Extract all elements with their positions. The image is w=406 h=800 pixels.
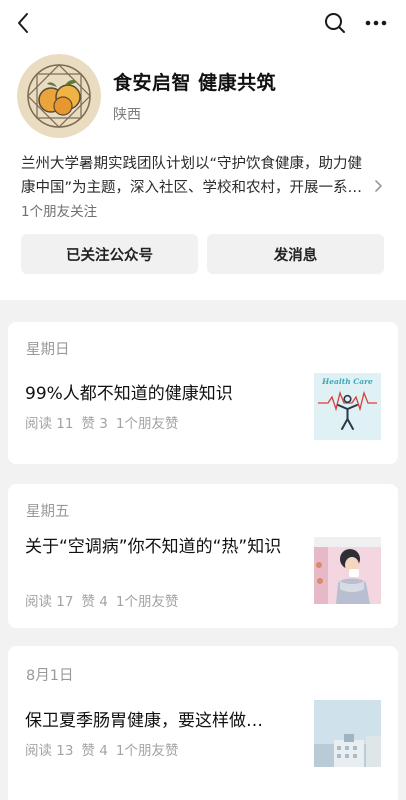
send-message-button[interactable]: 发消息 xyxy=(207,234,384,274)
more-horizontal-icon xyxy=(365,20,387,26)
read-count: 阅读 13 xyxy=(25,743,74,759)
article-stats: 阅读 17 赞 4 1个朋友赞 xyxy=(25,590,186,610)
article-date: 星期五 xyxy=(26,504,70,520)
description-expand-button[interactable] xyxy=(373,176,385,196)
article-card[interactable]: 星期日 99%人都不知道的健康知识 阅读 11 赞 3 1个朋友赞 Health C… xyxy=(8,322,398,464)
health-care-thumbnail-icon: Health Care xyxy=(314,373,381,440)
article-title[interactable]: 保卫夏季肠胃健康，要这样做… xyxy=(25,708,297,734)
followed-button[interactable]: 已关注公众号 xyxy=(21,234,198,274)
read-count: 阅读 11 xyxy=(25,416,74,432)
chevron-right-icon xyxy=(375,180,382,192)
friend-likes: 1个朋友赞 xyxy=(115,416,179,432)
friend-likes: 1个朋友赞 xyxy=(115,594,179,610)
account-name: 食安启智 健康共筑 xyxy=(113,72,277,94)
read-count: 阅读 17 xyxy=(25,594,74,610)
article-thumbnail[interactable] xyxy=(314,537,381,604)
like-count: 赞 4 xyxy=(81,743,108,759)
like-count: 赞 3 xyxy=(81,416,108,432)
article-stats: 阅读 11 赞 3 1个朋友赞 xyxy=(25,412,186,432)
oranges-logo-icon xyxy=(17,54,101,138)
thumbnail-caption: Health Care xyxy=(321,377,373,386)
article-date: 星期日 xyxy=(26,342,70,358)
friend-likes: 1个朋友赞 xyxy=(115,743,179,759)
chevron-left-icon xyxy=(18,13,28,33)
article-date: 8月1日 xyxy=(26,668,74,684)
more-button[interactable] xyxy=(362,10,390,36)
sick-woman-thumbnail-icon xyxy=(314,537,381,604)
like-count: 赞 4 xyxy=(81,594,108,610)
article-stats: 阅读 13 赞 4 1个朋友赞 xyxy=(25,739,186,759)
article-card[interactable]: 8月1日 保卫夏季肠胃健康，要这样做… 阅读 13 赞 4 1个朋友赞 xyxy=(8,646,398,800)
search-button[interactable] xyxy=(322,10,348,36)
article-card[interactable]: 星期五 关于“空调病”你不知道的“热”知识 阅读 17 赞 4 1个朋友赞 xyxy=(8,484,398,628)
search-icon xyxy=(325,13,345,33)
article-thumbnail[interactable] xyxy=(314,700,381,767)
account-description[interactable]: 兰州大学暑期实践团队计划以“守护饮食健康，助力健康中国”为主题，深入社区、学校和… xyxy=(21,152,373,200)
article-title[interactable]: 99%人都不知道的健康知识 xyxy=(25,381,297,407)
friends-following[interactable]: 1个朋友关注 xyxy=(21,200,97,220)
account-avatar[interactable] xyxy=(17,54,101,138)
account-region: 陕西 xyxy=(113,107,141,123)
article-title[interactable]: 关于“空调病”你不知道的“热”知识 xyxy=(25,534,297,560)
building-thumbnail-icon xyxy=(314,700,381,767)
account-header: 食安启智 健康共筑 陕西 兰州大学暑期实践团队计划以“守护饮食健康，助力健康中国… xyxy=(0,0,406,300)
back-button[interactable] xyxy=(12,10,36,36)
article-thumbnail[interactable]: Health Care xyxy=(314,373,381,440)
